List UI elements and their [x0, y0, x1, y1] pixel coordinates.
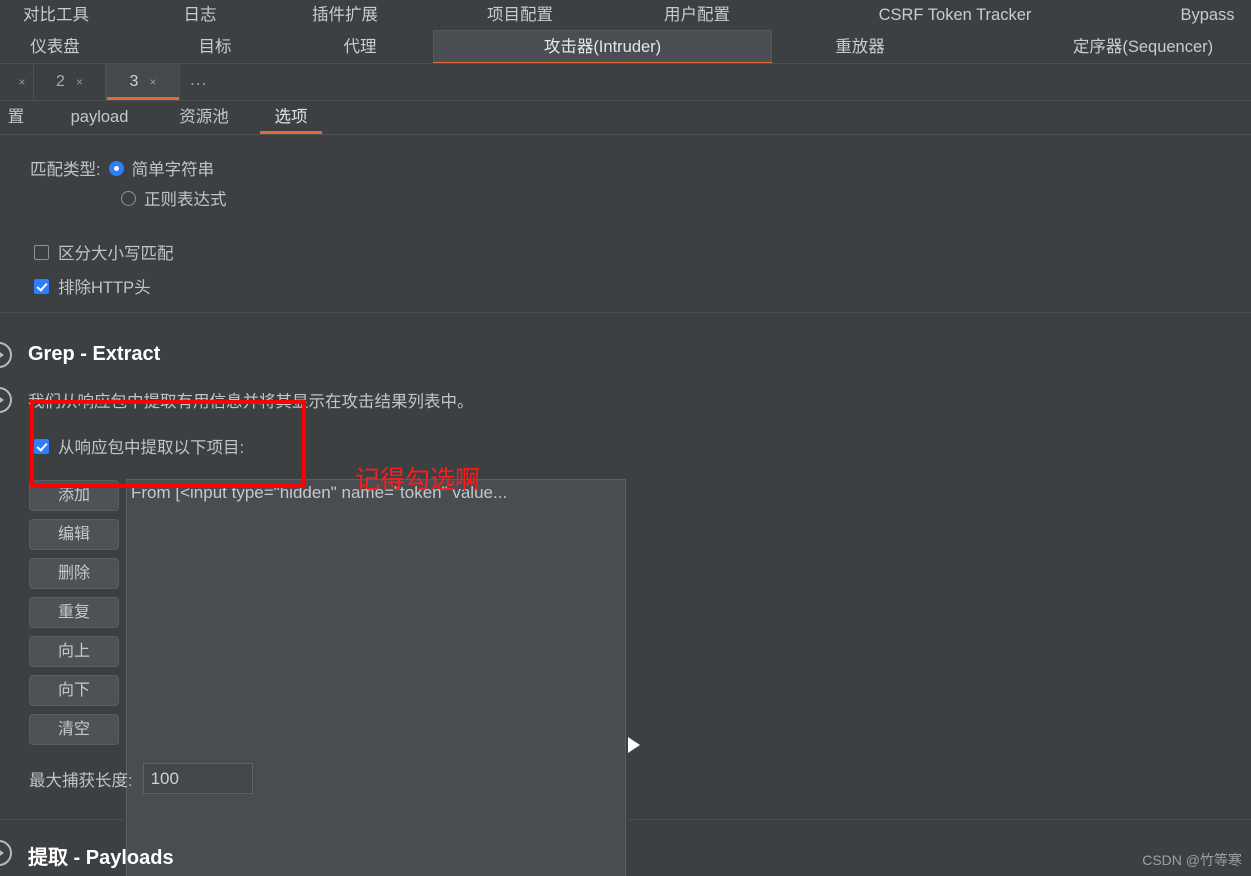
options-content-pane: 匹配类型: 简单字符串 正则表达式 区分大小写匹配 排除HTTP头 Grep -…: [0, 135, 1251, 876]
top-menu-item-project-config[interactable]: 项目配置: [455, 0, 585, 30]
module-tab-proxy[interactable]: 代理: [305, 30, 415, 64]
grep-extract-title: Grep - Extract: [28, 343, 161, 365]
move-up-button[interactable]: 向上: [29, 636, 119, 667]
collapse-toggle-payloads-icon[interactable]: [0, 840, 12, 866]
collapse-toggle-grep-extract-icon[interactable]: [0, 342, 12, 368]
max-capture-length-row: 最大捕获长度:: [29, 763, 253, 794]
module-tab-sequencer[interactable]: 定序器(Sequencer): [1035, 30, 1251, 64]
top-menu-item-bypass[interactable]: Bypass: [1160, 0, 1251, 30]
exclude-http-headers-row: 排除HTTP头: [34, 274, 151, 298]
attack-tab-3-label: 3: [129, 73, 139, 90]
attack-tab-3[interactable]: 3 ×: [106, 64, 180, 100]
extract-enable-row: 从响应包中提取以下项目:: [34, 434, 244, 458]
module-tab-intruder[interactable]: 攻击器(Intruder): [433, 30, 772, 65]
checkbox-case-sensitive[interactable]: [34, 244, 49, 260]
module-tab-repeater[interactable]: 重放器: [800, 30, 920, 64]
sub-tab-positions[interactable]: 置: [0, 101, 46, 134]
triangle-right-icon: [0, 395, 4, 405]
section-divider-grep-extract: [0, 312, 1251, 313]
duplicate-button[interactable]: 重复: [29, 597, 119, 628]
radio-simple-string-label: 简单字符串: [131, 161, 215, 179]
sub-tab-options[interactable]: 选项: [258, 101, 324, 134]
collapse-toggle-secondary-icon[interactable]: [0, 387, 12, 413]
triangle-right-icon: [0, 848, 4, 858]
delete-button[interactable]: 删除: [29, 558, 119, 589]
module-tab-bar: 仪表盘 目标 代理 攻击器(Intruder) 重放器 定序器(Sequence…: [0, 30, 1251, 65]
attack-tab-1[interactable]: ×: [0, 64, 34, 100]
grep-extract-description: 我们从响应包中提取有用信息并将其显示在攻击结果列表中。: [28, 393, 474, 411]
edit-button[interactable]: 编辑: [29, 519, 119, 550]
intruder-sub-tab-bar: 置 payload 资源池 选项: [0, 101, 1251, 135]
checkbox-exclude-http-headers-label: 排除HTTP头: [58, 279, 151, 297]
attack-tab-2[interactable]: 2 ×: [34, 64, 106, 100]
module-tab-dashboard[interactable]: 仪表盘: [0, 30, 110, 64]
match-type-label: 匹配类型:: [30, 161, 101, 179]
attack-tab-2-label: 2: [56, 73, 65, 90]
top-menu-bar: 对比工具 日志 插件扩展 项目配置 用户配置 CSRF Token Tracke…: [0, 0, 1251, 30]
watermark: CSDN @竹等寒: [1142, 852, 1242, 868]
triangle-right-icon: [0, 350, 4, 360]
extract-button-column: 添加 编辑 删除 重复 向上 向下 清空: [29, 480, 119, 753]
module-tab-target[interactable]: 目标: [160, 30, 270, 64]
top-menu-item-csrf-token-tracker[interactable]: CSRF Token Tracker: [855, 0, 1055, 30]
close-icon[interactable]: ×: [76, 76, 83, 88]
checkbox-extract-following-items-label: 从响应包中提取以下项目:: [58, 439, 245, 457]
radio-regex[interactable]: [121, 190, 136, 206]
close-icon[interactable]: ×: [18, 76, 25, 88]
checkbox-case-sensitive-label: 区分大小写匹配: [58, 245, 174, 263]
match-type-row: 匹配类型: 简单字符串: [30, 156, 214, 180]
attack-tab-strip: × 2 × 3 × ...: [0, 64, 1251, 101]
sub-tab-payload[interactable]: payload: [52, 101, 147, 134]
section-divider-payloads: [0, 819, 1251, 820]
checkbox-extract-following-items[interactable]: [34, 438, 49, 454]
match-type-regex-row: 正则表达式: [121, 186, 227, 210]
top-menu-item-logs[interactable]: 日志: [155, 0, 245, 30]
sub-tab-resource-pool[interactable]: 资源池: [163, 101, 245, 134]
radio-regex-label: 正则表达式: [144, 191, 227, 209]
top-menu-item-extensions[interactable]: 插件扩展: [280, 0, 410, 30]
move-down-button[interactable]: 向下: [29, 675, 119, 706]
max-capture-length-label: 最大捕获长度:: [29, 771, 133, 790]
extract-items-list[interactable]: From [<input type="hidden" name="token" …: [126, 479, 626, 876]
top-menu-item-compare[interactable]: 对比工具: [0, 0, 112, 30]
max-capture-length-input[interactable]: [142, 763, 253, 794]
radio-simple-string[interactable]: [108, 160, 124, 176]
payloads-section-title: 提取 - Payloads: [28, 847, 174, 869]
expand-list-arrow-icon[interactable]: [628, 737, 640, 753]
close-icon[interactable]: ×: [149, 76, 156, 88]
checkbox-exclude-http-headers[interactable]: [34, 278, 49, 294]
burp-intruder-options-window: 对比工具 日志 插件扩展 项目配置 用户配置 CSRF Token Tracke…: [0, 0, 1251, 876]
top-menu-item-user-config[interactable]: 用户配置: [632, 0, 762, 30]
clear-button[interactable]: 清空: [29, 714, 119, 745]
add-button[interactable]: 添加: [29, 480, 119, 511]
case-sensitive-row: 区分大小写匹配: [34, 240, 174, 264]
attack-tab-overflow-icon[interactable]: ...: [190, 64, 207, 100]
list-item[interactable]: From [<input type="hidden" name="token" …: [127, 480, 625, 506]
